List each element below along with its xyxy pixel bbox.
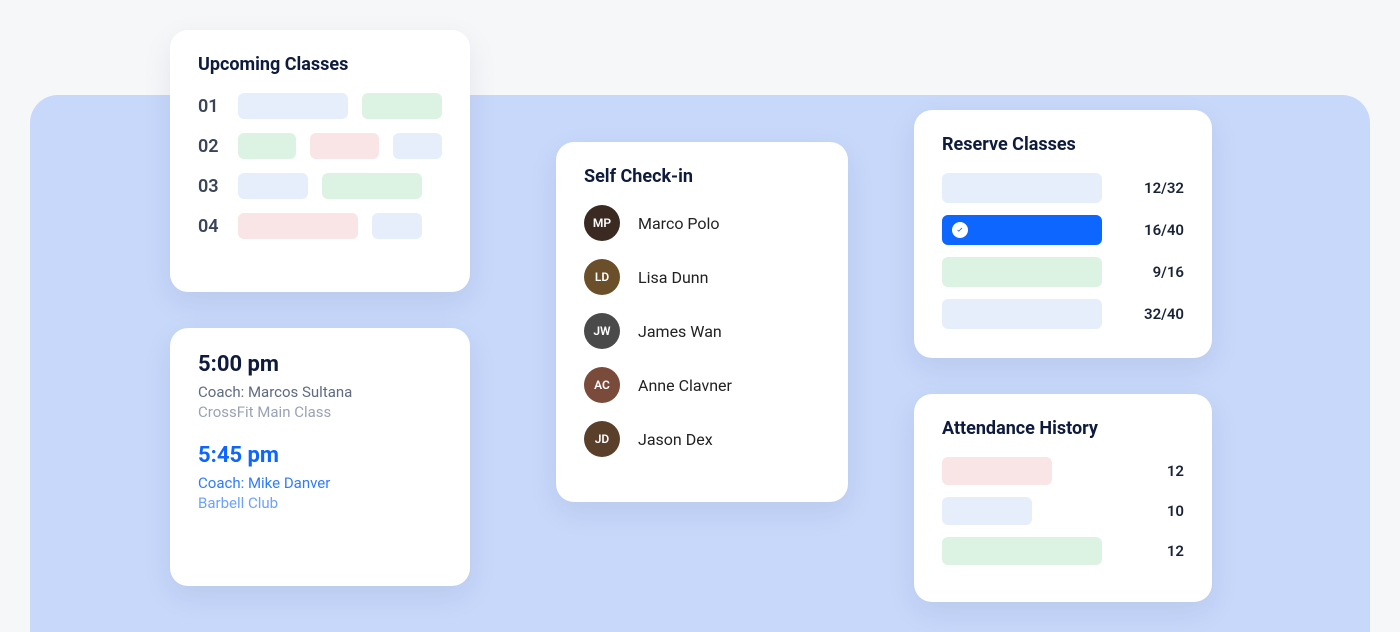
reserve-capacity: 12/32 <box>1144 179 1184 197</box>
checkin-person-row[interactable]: JD Jason Dex <box>584 421 820 457</box>
avatar: MP <box>584 205 620 241</box>
upcoming-row-number: 01 <box>198 96 224 117</box>
class-slot[interactable]: 5:00 pm Coach: Marcos Sultana CrossFit M… <box>198 352 442 421</box>
schedule-block <box>238 173 308 199</box>
schedule-block <box>372 213 422 239</box>
reserve-classes-card: Reserve Classes 12/32 16/40 9/16 32/40 <box>914 110 1212 358</box>
attendance-row[interactable]: 10 <box>942 497 1184 525</box>
schedule-block <box>238 93 348 119</box>
reserve-row[interactable]: 32/40 <box>942 299 1184 329</box>
reserve-capacity: 9/16 <box>1153 263 1184 281</box>
reserve-bar <box>942 299 1102 329</box>
checkin-person-name: James Wan <box>638 322 722 341</box>
reserve-bar-selected <box>942 215 1102 245</box>
attendance-bar <box>942 457 1052 485</box>
checkin-person-name: Jason Dex <box>638 430 713 449</box>
upcoming-row-number: 02 <box>198 136 224 157</box>
schedule-block <box>362 93 442 119</box>
reserve-row[interactable]: 16/40 <box>942 215 1184 245</box>
upcoming-row[interactable]: 04 <box>198 213 442 239</box>
schedule-block <box>393 133 442 159</box>
checkin-person-row[interactable]: AC Anne Clavner <box>584 367 820 403</box>
schedule-block <box>238 213 358 239</box>
checkin-person-name: Anne Clavner <box>638 376 732 395</box>
schedule-block <box>238 133 297 159</box>
class-slot-active[interactable]: 5:45 pm Coach: Mike Danver Barbell Club <box>198 443 442 512</box>
schedule-block <box>322 173 422 199</box>
upcoming-row-number: 04 <box>198 216 224 237</box>
attendance-history-card: Attendance History 12 10 12 <box>914 394 1212 602</box>
check-icon <box>952 222 968 238</box>
attendance-row[interactable]: 12 <box>942 457 1184 485</box>
avatar: JW <box>584 313 620 349</box>
class-time: 5:45 pm <box>198 443 442 468</box>
checkin-person-row[interactable]: MP Marco Polo <box>584 205 820 241</box>
attendance-history-title: Attendance History <box>942 418 1184 439</box>
reserve-classes-title: Reserve Classes <box>942 134 1184 155</box>
schedule-block <box>310 133 379 159</box>
upcoming-row[interactable]: 03 <box>198 173 442 199</box>
checkin-person-name: Lisa Dunn <box>638 268 708 287</box>
upcoming-row[interactable]: 01 <box>198 93 442 119</box>
reserve-row[interactable]: 12/32 <box>942 173 1184 203</box>
class-time: 5:00 pm <box>198 352 442 377</box>
upcoming-classes-title: Upcoming Classes <box>198 54 442 75</box>
reserve-capacity: 32/40 <box>1144 305 1184 323</box>
attendance-count: 12 <box>1167 462 1184 480</box>
checkin-person-row[interactable]: JW James Wan <box>584 313 820 349</box>
reserve-row[interactable]: 9/16 <box>942 257 1184 287</box>
checkin-person-row[interactable]: LD Lisa Dunn <box>584 259 820 295</box>
reserve-bar <box>942 257 1102 287</box>
avatar: LD <box>584 259 620 295</box>
attendance-bar <box>942 537 1102 565</box>
upcoming-row-number: 03 <box>198 176 224 197</box>
class-name: CrossFit Main Class <box>198 403 442 421</box>
upcoming-classes-card: Upcoming Classes 01 02 03 04 <box>170 30 470 292</box>
attendance-row[interactable]: 12 <box>942 537 1184 565</box>
reserve-bar <box>942 173 1102 203</box>
self-checkin-title: Self Check-in <box>584 166 820 187</box>
class-name: Barbell Club <box>198 494 442 512</box>
attendance-count: 12 <box>1167 542 1184 560</box>
self-checkin-card: Self Check-in MPMarco PoloLDLisa DunnJWJ… <box>556 142 848 502</box>
class-detail-card: 5:00 pm Coach: Marcos Sultana CrossFit M… <box>170 328 470 586</box>
class-coach: Coach: Marcos Sultana <box>198 383 442 401</box>
attendance-bar <box>942 497 1032 525</box>
checkin-person-name: Marco Polo <box>638 214 720 233</box>
avatar: JD <box>584 421 620 457</box>
upcoming-row[interactable]: 02 <box>198 133 442 159</box>
class-coach: Coach: Mike Danver <box>198 474 442 492</box>
attendance-count: 10 <box>1167 502 1184 520</box>
avatar: AC <box>584 367 620 403</box>
reserve-capacity: 16/40 <box>1144 221 1184 239</box>
